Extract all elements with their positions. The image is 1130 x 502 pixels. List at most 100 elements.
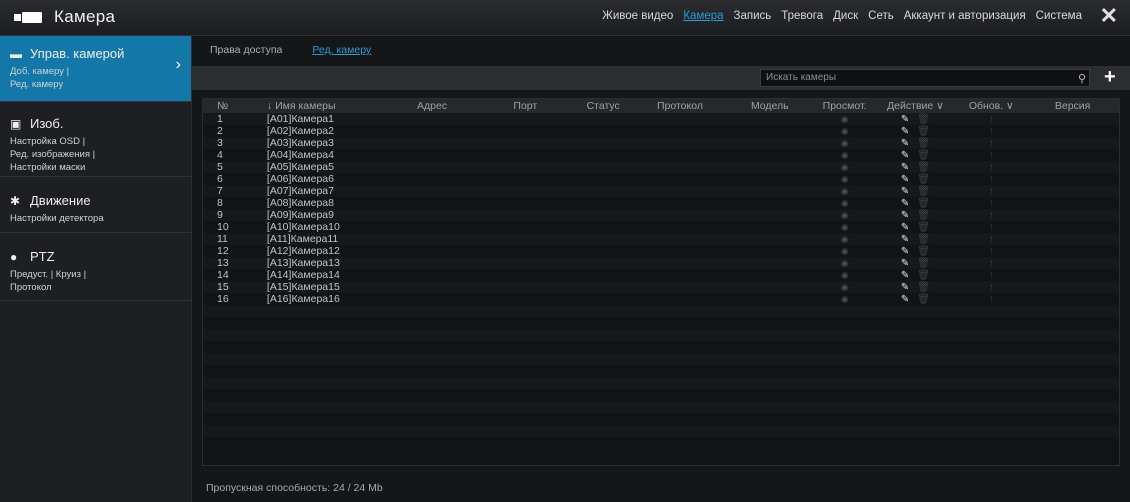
upgrade-icon[interactable]: ↑ [989,138,994,149]
sidebar-section-image[interactable]: ▣ Изоб. Настройка OSD | Ред. изображения … [0,102,191,177]
nav-system[interactable]: Система [1036,10,1082,22]
upgrade-icon[interactable]: ↑ [989,162,994,173]
table-row[interactable]: 2 [A02]Камера2 ◉ ✎ 🗑 ↑ [203,125,1119,137]
trash-icon[interactable]: 🗑 [917,114,930,125]
col-header-no[interactable]: № [203,99,251,113]
table-row[interactable]: 14 [A14]Камера14 ◉ ✎ 🗑 ↑ [203,269,1119,281]
search-input[interactable]: Искать камеры [760,69,1090,87]
trash-icon[interactable]: 🗑 [917,198,930,209]
play-icon[interactable]: ◉ [841,234,849,244]
trash-icon[interactable]: 🗑 [917,150,930,161]
play-icon[interactable]: ◉ [841,114,849,124]
upgrade-icon[interactable]: ↑ [989,270,994,281]
trash-icon[interactable]: 🗑 [917,162,930,173]
upgrade-icon[interactable]: ↑ [989,246,994,257]
nav-camera[interactable]: Камера [683,10,723,22]
upgrade-icon[interactable]: ↑ [989,210,994,221]
edit-icon[interactable]: ✎ [901,126,909,137]
upgrade-icon[interactable]: ↑ [989,294,994,305]
trash-icon[interactable]: 🗑 [917,246,930,257]
nav-account[interactable]: Аккаунт и авторизация [904,10,1026,22]
col-header-view[interactable]: Просмот. [815,99,875,113]
col-header-name[interactable]: ↓ Имя камеры [251,99,385,113]
play-icon[interactable]: ◉ [841,174,849,184]
upgrade-icon[interactable]: ↑ [989,186,994,197]
table-row[interactable]: 8 [A08]Камера8 ◉ ✎ 🗑 ↑ [203,197,1119,209]
trash-icon[interactable]: 🗑 [917,186,930,197]
edit-icon[interactable]: ✎ [901,138,909,149]
play-icon[interactable]: ◉ [841,186,849,196]
sidebar-link-protocol[interactable]: Протокол [10,281,183,294]
table-row[interactable]: 9 [A09]Камера9 ◉ ✎ 🗑 ↑ [203,209,1119,221]
sidebar-link-image[interactable]: Ред. изображения | [10,148,183,161]
col-header-update[interactable]: Обнов. ∨ [956,99,1026,113]
upgrade-icon[interactable]: ↑ [989,282,994,293]
edit-icon[interactable]: ✎ [901,198,909,209]
edit-icon[interactable]: ✎ [901,258,909,269]
nav-disk[interactable]: Диск [833,10,858,22]
table-row[interactable]: 12 [A12]Камера12 ◉ ✎ 🗑 ↑ [203,245,1119,257]
trash-icon[interactable]: 🗑 [917,210,930,221]
table-row[interactable]: 7 [A07]Камера7 ◉ ✎ 🗑 ↑ [203,185,1119,197]
edit-icon[interactable]: ✎ [901,222,909,233]
trash-icon[interactable]: 🗑 [917,294,930,305]
sidebar-link-edit-camera[interactable]: Ред. камеру [10,78,183,91]
edit-icon[interactable]: ✎ [901,210,909,221]
table-row[interactable]: 10 [A10]Камера10 ◉ ✎ 🗑 ↑ [203,221,1119,233]
edit-icon[interactable]: ✎ [901,174,909,185]
play-icon[interactable]: ◉ [841,258,849,268]
tab-edit-camera[interactable]: Ред. камеру [312,44,371,56]
edit-icon[interactable]: ✎ [901,270,909,281]
trash-icon[interactable]: 🗑 [917,126,930,137]
col-header-address[interactable]: Адрес [385,99,480,113]
nav-live[interactable]: Живое видео [602,10,673,22]
sidebar-link-preset-cruise[interactable]: Предуст. | Круиз | [10,268,183,281]
edit-icon[interactable]: ✎ [901,246,909,257]
col-header-version[interactable]: Версия [1026,99,1119,113]
table-row[interactable]: 11 [A11]Камера11 ◉ ✎ 🗑 ↑ [203,233,1119,245]
nav-record[interactable]: Запись [734,10,772,22]
col-header-action[interactable]: Действие ∨ [875,99,957,113]
add-camera-icon[interactable]: + [1104,66,1116,89]
trash-icon[interactable]: 🗑 [917,174,930,185]
upgrade-icon[interactable]: ↑ [989,258,994,269]
edit-icon[interactable]: ✎ [901,186,909,197]
nav-alarm[interactable]: Тревога [781,10,823,22]
trash-icon[interactable]: 🗑 [917,282,930,293]
play-icon[interactable]: ◉ [841,150,849,160]
table-row[interactable]: 15 [A15]Камера15 ◉ ✎ 🗑 ↑ [203,281,1119,293]
upgrade-icon[interactable]: ↑ [989,114,994,125]
play-icon[interactable]: ◉ [841,198,849,208]
play-icon[interactable]: ◉ [841,222,849,232]
play-icon[interactable]: ◉ [841,138,849,148]
play-icon[interactable]: ◉ [841,210,849,220]
edit-icon[interactable]: ✎ [901,150,909,161]
play-icon[interactable]: ◉ [841,246,849,256]
col-header-model[interactable]: Модель [725,99,815,113]
search-icon[interactable]: ⚲ [1078,72,1086,85]
edit-icon[interactable]: ✎ [901,294,909,305]
upgrade-icon[interactable]: ↑ [989,198,994,209]
sidebar-section-motion[interactable]: ✱ Движение Настройки детектора [0,177,191,233]
play-icon[interactable]: ◉ [841,162,849,172]
edit-icon[interactable]: ✎ [901,234,909,245]
close-icon[interactable]: ✕ [1100,5,1118,27]
sidebar-link-osd[interactable]: Настройка OSD | [10,135,183,148]
col-header-status[interactable]: Статус [571,99,635,113]
trash-icon[interactable]: 🗑 [917,258,930,269]
upgrade-icon[interactable]: ↑ [989,150,994,161]
table-row[interactable]: 5 [A05]Камера5 ◉ ✎ 🗑 ↑ [203,161,1119,173]
trash-icon[interactable]: 🗑 [917,222,930,233]
play-icon[interactable]: ◉ [841,126,849,136]
trash-icon[interactable]: 🗑 [917,138,930,149]
play-icon[interactable]: ◉ [841,294,849,304]
sidebar-section-camera[interactable]: ▬ Управ. камерой Доб. камеру | Ред. камер… [0,36,191,102]
tab-access-rights[interactable]: Права доступа [210,44,282,56]
table-row[interactable]: 4 [A04]Камера4 ◉ ✎ 🗑 ↑ [203,149,1119,161]
table-row[interactable]: 3 [A03]Камера3 ◉ ✎ 🗑 ↑ [203,137,1119,149]
upgrade-icon[interactable]: ↑ [989,222,994,233]
table-row[interactable]: 13 [A13]Камера13 ◉ ✎ 🗑 ↑ [203,257,1119,269]
table-row[interactable]: 1 [A01]Камера1 ◉ ✎ 🗑 ↑ [203,113,1119,125]
trash-icon[interactable]: 🗑 [917,234,930,245]
col-header-protocol[interactable]: Протокол [635,99,725,113]
